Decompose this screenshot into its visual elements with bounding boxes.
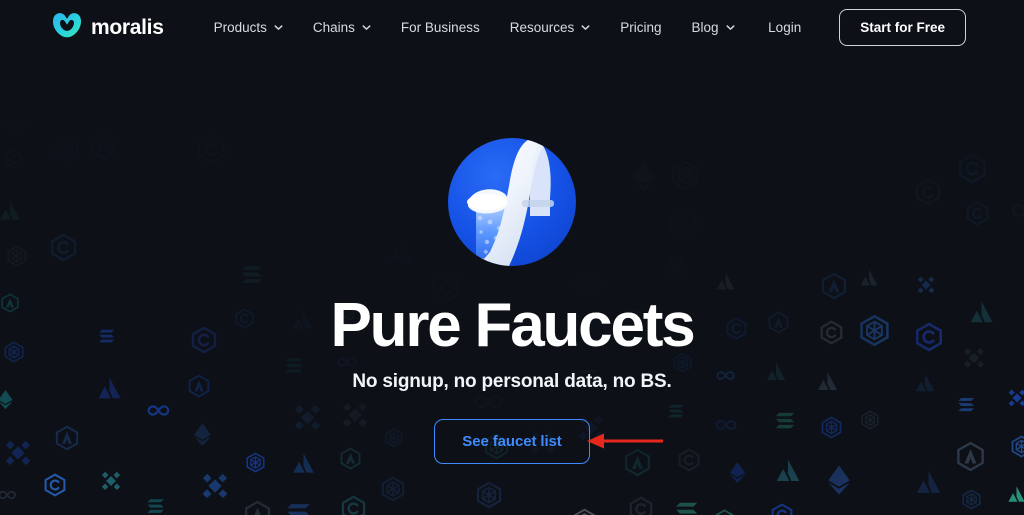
- start-for-free-button[interactable]: Start for Free: [839, 9, 966, 46]
- moralis-heart-logo: [52, 12, 82, 43]
- nav-item-label: Resources: [509, 20, 575, 35]
- site-header: moralis Products Chains For Business Res…: [0, 0, 1024, 55]
- header-actions: Login Start for Free: [768, 9, 966, 46]
- nav-item-label: For Business: [400, 20, 480, 35]
- hero-subtitle: No signup, no personal data, no BS.: [352, 371, 672, 393]
- nav-item-products[interactable]: Products: [214, 20, 283, 35]
- chevron-down-icon: [581, 25, 590, 30]
- nav-item-label: Chains: [312, 20, 355, 35]
- nav-item-label: Products: [213, 20, 267, 35]
- hero-section: Pure Faucets No signup, no personal data…: [0, 0, 1024, 515]
- main-navigation: Products Chains For Business Resources P…: [214, 20, 735, 35]
- chevron-down-icon: [726, 25, 735, 30]
- nav-item-resources[interactable]: Resources: [510, 20, 591, 35]
- chevron-down-icon: [274, 25, 283, 30]
- nav-item-pricing[interactable]: Pricing: [620, 20, 661, 35]
- nav-item-chains[interactable]: Chains: [313, 20, 371, 35]
- red-arrow-left-icon: [587, 433, 663, 449]
- login-link[interactable]: Login: [768, 20, 801, 35]
- page-title: Pure Faucets: [330, 291, 696, 360]
- nav-item-for-business[interactable]: For Business: [401, 20, 480, 35]
- brand-logo[interactable]: moralis: [52, 12, 164, 43]
- chevron-down-icon: [362, 25, 371, 30]
- nav-item-label: Blog: [691, 20, 719, 35]
- nav-item-blog[interactable]: Blog: [692, 20, 735, 35]
- nav-item-label: Pricing: [620, 20, 662, 35]
- brand-wordmark: moralis: [91, 15, 164, 39]
- faucet-circle-logo: [446, 136, 578, 273]
- see-faucet-list-button[interactable]: See faucet list: [434, 419, 590, 465]
